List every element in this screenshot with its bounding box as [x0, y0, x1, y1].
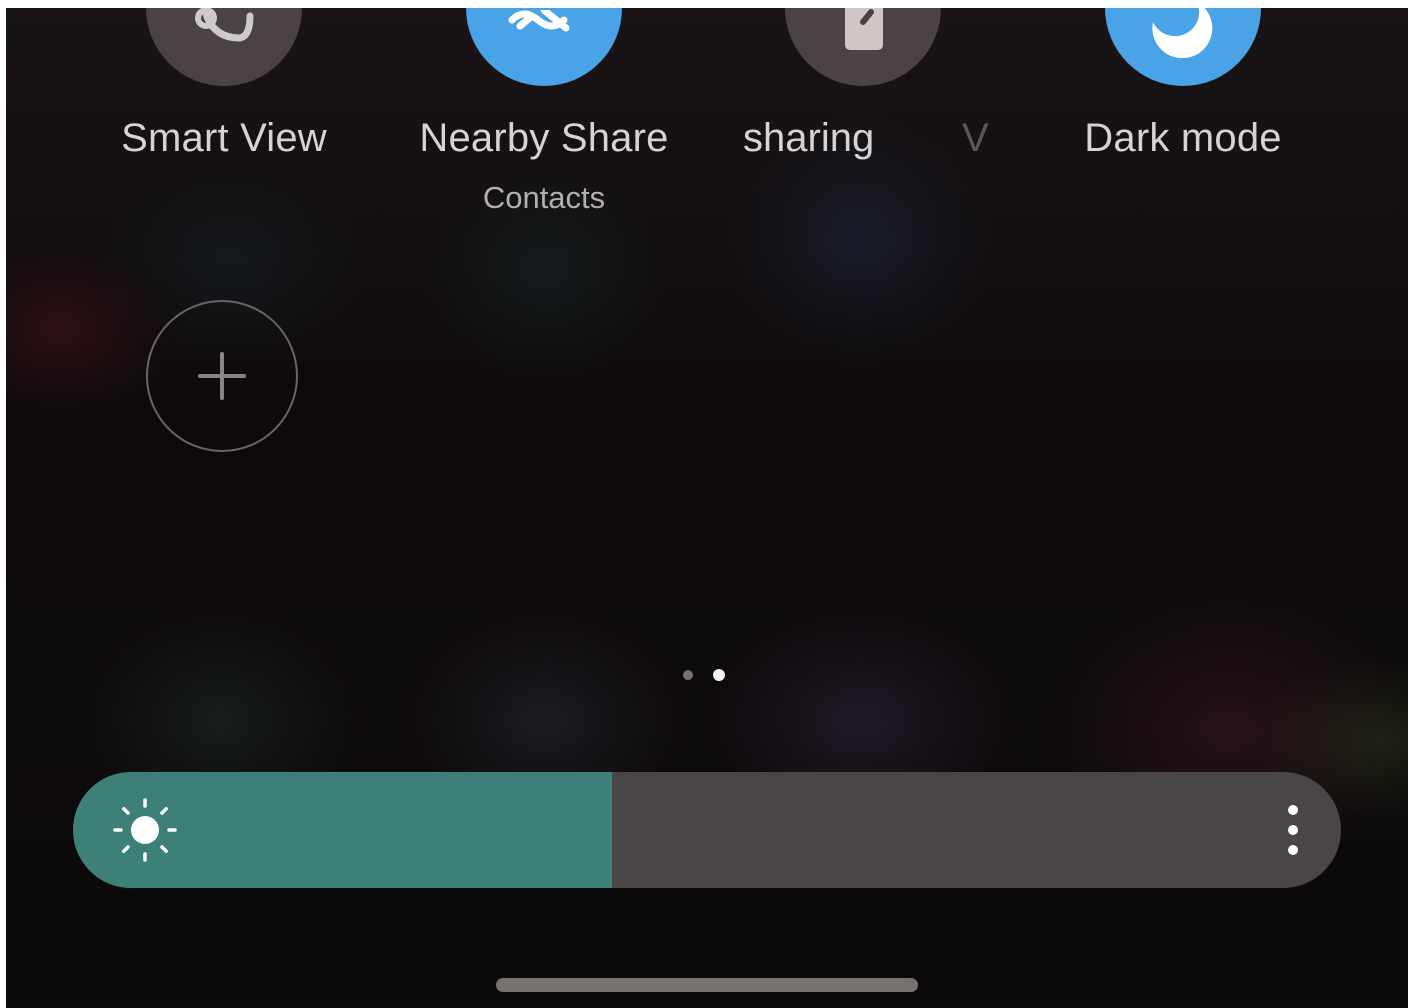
- tile-smart-view-label: Smart View: [121, 116, 327, 160]
- frame-right-edge: [1408, 0, 1416, 1008]
- frame-left-edge: [0, 0, 6, 1008]
- moon-icon: [1152, 2, 1213, 58]
- sun-icon: [113, 798, 177, 862]
- tile-nearby-share-sublabel: Contacts: [482, 180, 606, 215]
- page-dot-2[interactable]: [713, 669, 725, 681]
- plus-icon: [198, 352, 246, 400]
- tile-smart-view-button[interactable]: [146, 0, 302, 86]
- add-tile-button[interactable]: [146, 300, 298, 452]
- nearby-share-icon: [508, 10, 570, 32]
- tile-screen-sharing-label: sharing: [743, 116, 875, 160]
- tile-nearby-share-label: Nearby Share: [419, 116, 669, 160]
- tile-screen-sharing-button[interactable]: [785, 0, 941, 86]
- screen-sharing-icon: [845, 0, 883, 50]
- more-vertical-icon[interactable]: [1279, 800, 1307, 860]
- quick-panel-screen: Smart View Nearby Share Contacts sharing…: [0, 0, 1416, 1008]
- tile-dark-mode-label: Dark mode: [1084, 116, 1282, 160]
- smart-view-icon: [195, 8, 254, 42]
- page-dot-1[interactable]: [683, 670, 693, 680]
- gesture-navigation-handle[interactable]: [496, 978, 918, 992]
- brightness-slider[interactable]: [73, 772, 1341, 888]
- tile-hidden-label: V: [962, 116, 989, 160]
- page-indicator: [683, 669, 725, 681]
- frame-top-edge: [0, 0, 1416, 8]
- tile-nearby-share-button[interactable]: [466, 0, 622, 86]
- tile-dark-mode-button[interactable]: [1105, 0, 1261, 86]
